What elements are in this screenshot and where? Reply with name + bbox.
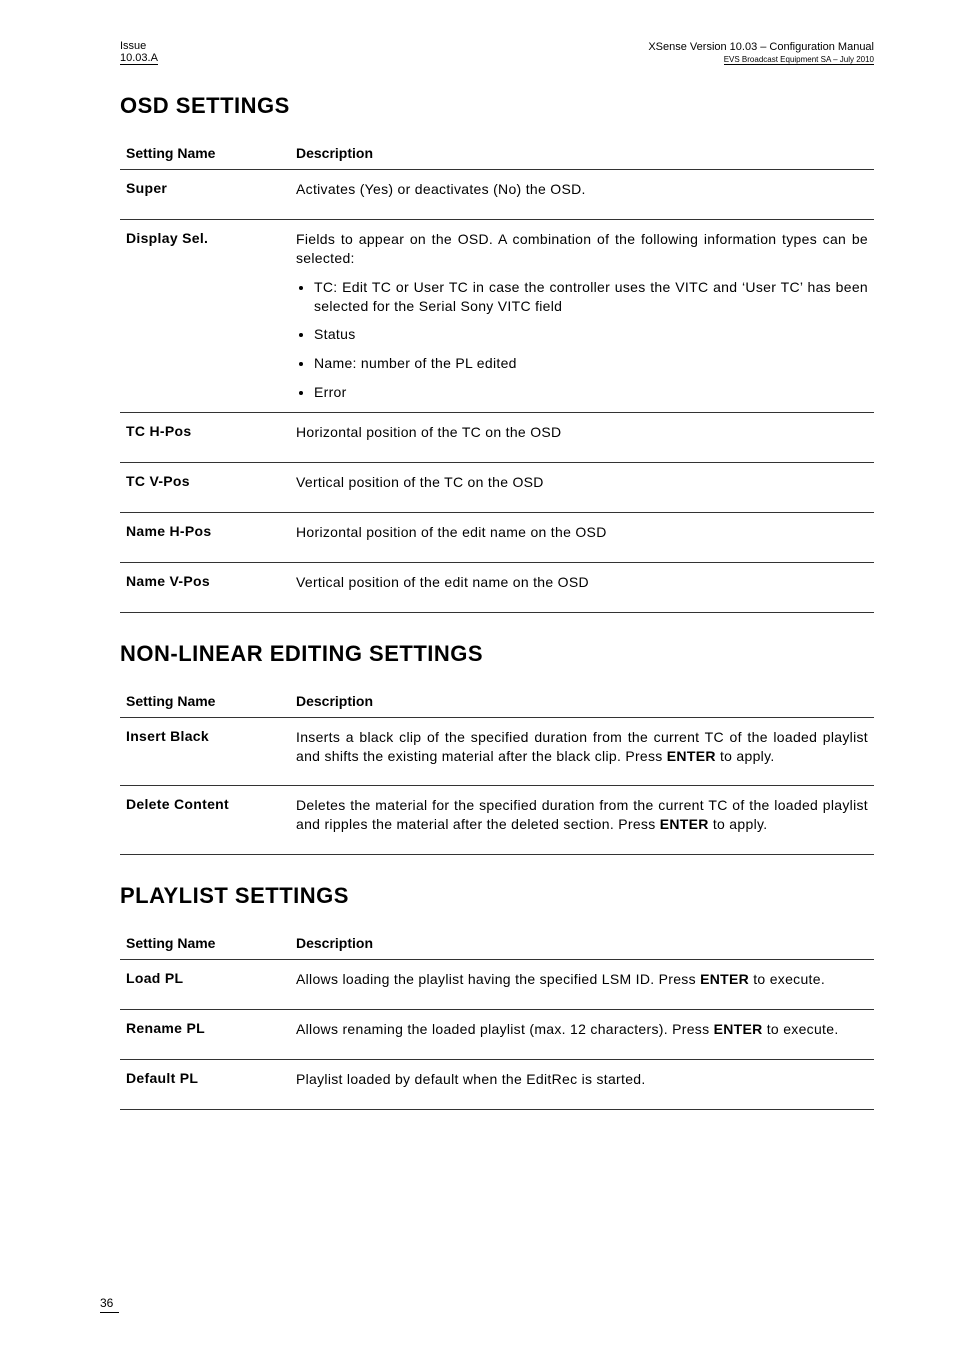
setting-description: Playlist loaded by default when the Edit… (290, 1060, 874, 1110)
description-paragraph: Deletes the material for the specified d… (296, 796, 868, 834)
column-header-name: Setting Name (120, 137, 290, 170)
description-bullet: TC: Edit TC or User TC in case the contr… (314, 278, 868, 316)
description-bullet: Status (314, 325, 868, 344)
page-number: 36 (100, 1296, 119, 1313)
setting-description: Allows loading the playlist having the s… (290, 960, 874, 1010)
table-row: Display Sel.Fields to appear on the OSD.… (120, 219, 874, 412)
description-paragraph: Horizontal position of the edit name on … (296, 523, 868, 542)
setting-description: Fields to appear on the OSD. A combinati… (290, 219, 874, 412)
description-bullet: Name: number of the PL edited (314, 354, 868, 373)
settings-table: Setting NameDescriptionSuper Activates (Y… (120, 137, 874, 613)
table-row: Super Activates (Yes) or deactivates (No)… (120, 170, 874, 220)
table-row: TC V-Pos Vertical position of the TC on t… (120, 463, 874, 513)
description-bullet: Error (314, 383, 868, 402)
column-header-description: Description (290, 137, 874, 170)
setting-description: Activates (Yes) or deactivates (No) the … (290, 170, 874, 220)
page: Issue 10.03.A XSense Version 10.03 – Con… (0, 0, 954, 1350)
setting-name: Load PL (120, 960, 290, 1010)
header-left: Issue 10.03.A (120, 40, 158, 65)
description-paragraph: Vertical position of the edit name on th… (296, 573, 868, 592)
setting-description: Vertical position of the edit name on th… (290, 562, 874, 612)
setting-name: Rename PL (120, 1010, 290, 1060)
product-line: XSense Version 10.03 – Configuration Man… (648, 41, 874, 53)
description-bullet-list: TC: Edit TC or User TC in case the contr… (296, 278, 868, 402)
description-paragraph: Horizontal position of the TC on the OSD (296, 423, 868, 442)
issue-label: Issue (120, 40, 158, 52)
description-paragraph: Fields to appear on the OSD. A combinati… (296, 230, 868, 268)
column-header-name: Setting Name (120, 927, 290, 960)
page-header: Issue 10.03.A XSense Version 10.03 – Con… (120, 40, 874, 65)
page-footer: 36 (100, 1296, 119, 1310)
company-line: EVS Broadcast Equipment SA – July 2010 (724, 55, 874, 65)
setting-description: Vertical position of the TC on the OSD (290, 463, 874, 513)
setting-description: Inserts a black clip of the specified du… (290, 717, 874, 786)
section-title: NON-LINEAR EDITING SETTINGS (120, 641, 874, 667)
settings-table: Setting NameDescriptionInsert BlackInser… (120, 685, 874, 856)
table-row: Load PL Allows loading the playlist havin… (120, 960, 874, 1010)
header-right: XSense Version 10.03 – Configuration Man… (648, 41, 874, 65)
setting-name: Super (120, 170, 290, 220)
setting-name: TC H-Pos (120, 413, 290, 463)
settings-table: Setting NameDescriptionLoad PL Allows loa… (120, 927, 874, 1110)
description-paragraph: Vertical position of the TC on the OSD (296, 473, 868, 492)
column-header-description: Description (290, 685, 874, 718)
setting-name: Name H-Pos (120, 512, 290, 562)
setting-name: Default PL (120, 1060, 290, 1110)
description-paragraph: Inserts a black clip of the specified du… (296, 728, 868, 766)
column-header-name: Setting Name (120, 685, 290, 718)
description-paragraph: Activates (Yes) or deactivates (No) the … (296, 180, 868, 199)
section-title: OSD SETTINGS (120, 93, 874, 119)
table-row: Default PL Playlist loaded by default whe… (120, 1060, 874, 1110)
setting-description: Deletes the material for the specified d… (290, 786, 874, 855)
description-paragraph: Allows loading the playlist having the s… (296, 970, 868, 989)
table-row: Name V-Pos Vertical position of the edit … (120, 562, 874, 612)
table-row: Name H-Pos Horizontal position of the edi… (120, 512, 874, 562)
issue-version: 10.03.A (120, 52, 158, 65)
table-row: Insert BlackInserts a black clip of the … (120, 717, 874, 786)
table-row: TC H-Pos Horizontal position of the TC on… (120, 413, 874, 463)
setting-name: Insert Black (120, 717, 290, 786)
setting-description: Horizontal position of the edit name on … (290, 512, 874, 562)
setting-description: Allows renaming the loaded playlist (max… (290, 1010, 874, 1060)
setting-name: TC V-Pos (120, 463, 290, 513)
column-header-description: Description (290, 927, 874, 960)
setting-name: Display Sel. (120, 219, 290, 412)
setting-name: Delete Content (120, 786, 290, 855)
description-paragraph: Allows renaming the loaded playlist (max… (296, 1020, 868, 1039)
setting-description: Horizontal position of the TC on the OSD (290, 413, 874, 463)
table-row: Rename PL Allows renaming the loaded play… (120, 1010, 874, 1060)
description-paragraph: Playlist loaded by default when the Edit… (296, 1070, 868, 1089)
table-row: Delete ContentDeletes the material for t… (120, 786, 874, 855)
setting-name: Name V-Pos (120, 562, 290, 612)
section-title: PLAYLIST SETTINGS (120, 883, 874, 909)
